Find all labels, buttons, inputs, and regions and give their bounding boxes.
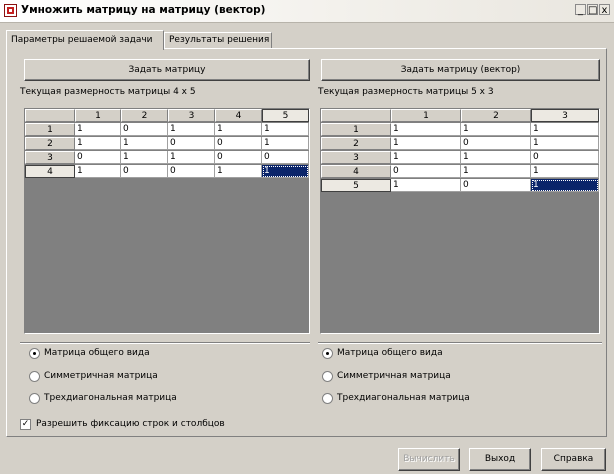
- left-radio-tridiagonal-label: Трехдиагональная матрица: [44, 393, 177, 403]
- fix-rows-cols-checkbox[interactable]: ✓: [20, 419, 31, 430]
- right-radio-general-label: Матрица общего вида: [337, 348, 443, 358]
- exit-button[interactable]: Выход: [469, 448, 531, 471]
- close-button[interactable]: x: [599, 4, 610, 16]
- left-matrix-cell[interactable]: 1: [121, 137, 168, 150]
- right-matrix-row-header[interactable]: 2: [321, 137, 391, 150]
- right-radio-symmetric[interactable]: [322, 371, 333, 382]
- left-matrix-cell[interactable]: 1: [262, 165, 309, 178]
- left-matrix-cell[interactable]: 0: [168, 137, 215, 150]
- left-matrix-cell[interactable]: 1: [262, 123, 309, 136]
- right-matrix-cell[interactable]: 1: [531, 179, 599, 192]
- left-matrix-row-header[interactable]: 4: [25, 165, 75, 178]
- right-matrix-cell[interactable]: 1: [391, 137, 461, 150]
- left-matrix-cell[interactable]: 0: [262, 151, 309, 164]
- right-matrix-cell[interactable]: 1: [391, 179, 461, 192]
- right-matrix-cell[interactable]: 0: [531, 151, 599, 164]
- right-matrix-col-header[interactable]: 3: [531, 109, 599, 122]
- left-matrix-cell[interactable]: 0: [75, 151, 121, 164]
- left-matrix-cell[interactable]: 1: [215, 123, 262, 136]
- right-matrix-cell[interactable]: 1: [461, 123, 531, 136]
- left-matrix-corner-cell: [25, 109, 75, 122]
- right-radio-general[interactable]: [322, 348, 333, 359]
- right-dims-label: Текущая размерность матрицы 5 x 3: [318, 87, 494, 97]
- right-matrix-cell[interactable]: 0: [461, 179, 531, 192]
- left-matrix-cell[interactable]: 1: [168, 151, 215, 164]
- right-matrix-col-header[interactable]: 1: [391, 109, 461, 122]
- right-matrix-row-header[interactable]: 4: [321, 165, 391, 178]
- tab-results[interactable]: Результаты решения: [164, 32, 272, 49]
- left-separator: [20, 342, 310, 344]
- right-matrix-grid[interactable]: 12311112101311040115101: [320, 108, 600, 334]
- right-matrix-cell[interactable]: 1: [391, 151, 461, 164]
- fix-rows-cols-label: Разрешить фиксацию строк и столбцов: [36, 419, 225, 429]
- left-matrix-row-header[interactable]: 2: [25, 137, 75, 150]
- right-matrix-cell[interactable]: 1: [391, 123, 461, 136]
- set-vector-button[interactable]: Задать матрицу (вектор): [321, 59, 600, 81]
- left-matrix-row-header[interactable]: 3: [25, 151, 75, 164]
- help-button[interactable]: Справка: [541, 448, 606, 471]
- left-matrix-cell[interactable]: 0: [168, 165, 215, 178]
- right-matrix-row-header[interactable]: 1: [321, 123, 391, 136]
- right-matrix-cell[interactable]: 1: [461, 165, 531, 178]
- left-matrix-cell[interactable]: 1: [168, 123, 215, 136]
- left-radio-tridiagonal[interactable]: [29, 393, 40, 404]
- set-matrix-button[interactable]: Задать матрицу: [24, 59, 310, 81]
- maximize-button[interactable]: □: [587, 4, 598, 16]
- left-matrix-cell[interactable]: 1: [215, 165, 262, 178]
- left-matrix-col-header[interactable]: 1: [75, 109, 121, 122]
- left-radio-symmetric-label: Симметричная матрица: [44, 371, 158, 381]
- left-matrix-col-header[interactable]: 5: [262, 109, 309, 122]
- right-matrix-row-header[interactable]: 5: [321, 179, 391, 192]
- left-matrix-cell[interactable]: 0: [121, 123, 168, 136]
- left-matrix-cell[interactable]: 1: [75, 165, 121, 178]
- right-matrix-cell[interactable]: 0: [391, 165, 461, 178]
- left-matrix-col-header[interactable]: 2: [121, 109, 168, 122]
- left-matrix-col-header[interactable]: 4: [215, 109, 262, 122]
- left-matrix-cell[interactable]: 0: [215, 137, 262, 150]
- left-matrix-cell[interactable]: 1: [75, 123, 121, 136]
- tab-parameters[interactable]: Параметры решаемой задачи: [6, 30, 164, 50]
- right-radio-symmetric-label: Симметричная матрица: [337, 371, 451, 381]
- left-matrix-row-header[interactable]: 1: [25, 123, 75, 136]
- left-radio-general-label: Матрица общего вида: [44, 348, 150, 358]
- compute-button[interactable]: Вычислить: [398, 448, 460, 471]
- right-separator: [318, 342, 602, 344]
- right-radio-tridiagonal[interactable]: [322, 393, 333, 404]
- left-radio-symmetric[interactable]: [29, 371, 40, 382]
- right-matrix-cell[interactable]: 0: [461, 137, 531, 150]
- left-matrix-cell[interactable]: 1: [262, 137, 309, 150]
- left-matrix-cell[interactable]: 0: [121, 165, 168, 178]
- right-matrix-cell[interactable]: 1: [461, 151, 531, 164]
- left-matrix-cell[interactable]: 0: [215, 151, 262, 164]
- right-radio-tridiagonal-label: Трехдиагональная матрица: [337, 393, 470, 403]
- title-bar: Умножить матрицу на матрицу (вектор) _ □…: [0, 0, 614, 23]
- right-matrix-row-header[interactable]: 3: [321, 151, 391, 164]
- right-matrix-col-header[interactable]: 2: [461, 109, 531, 122]
- left-radio-general[interactable]: [29, 348, 40, 359]
- left-matrix-cell[interactable]: 1: [121, 151, 168, 164]
- left-matrix-cell[interactable]: 1: [75, 137, 121, 150]
- left-matrix-grid[interactable]: 12345110111211001301100410011: [24, 108, 310, 334]
- left-matrix-col-header[interactable]: 3: [168, 109, 215, 122]
- window-title: Умножить матрицу на матрицу (вектор): [21, 4, 266, 16]
- left-dims-label: Текущая размерность матрицы 4 x 5: [20, 87, 196, 97]
- right-matrix-cell[interactable]: 1: [531, 165, 599, 178]
- right-matrix-corner-cell: [321, 109, 391, 122]
- right-matrix-cell[interactable]: 1: [531, 123, 599, 136]
- minimize-button[interactable]: _: [575, 4, 586, 16]
- app-icon: [4, 4, 17, 17]
- right-matrix-cell[interactable]: 1: [531, 137, 599, 150]
